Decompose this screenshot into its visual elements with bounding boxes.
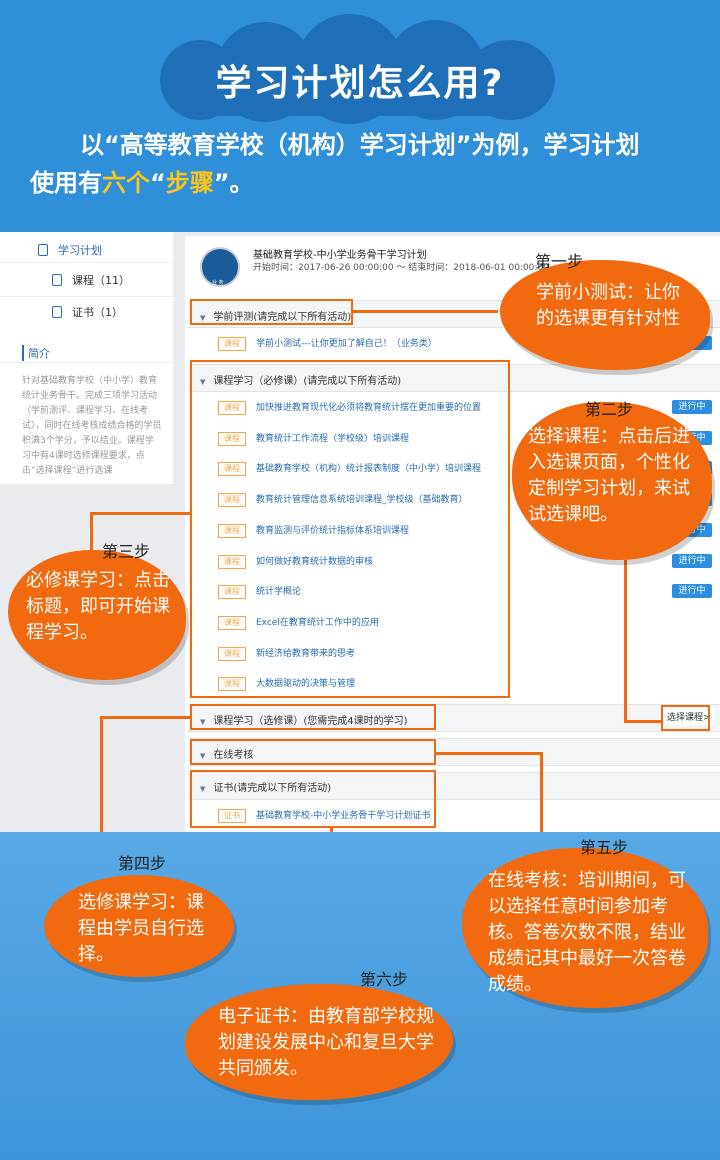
course-title: 基础教育学校-中小学业务骨干学习计划 bbox=[253, 250, 427, 261]
document-icon bbox=[38, 244, 48, 256]
course-logo: 业 务 bbox=[200, 247, 240, 287]
step3-label: 第三步 bbox=[102, 542, 151, 561]
step2-label: 第二步 bbox=[585, 400, 634, 419]
sidebar-item-courses[interactable]: 课程（11） bbox=[52, 272, 130, 288]
table-row[interactable]: 课程 统计学概论 bbox=[218, 584, 301, 600]
highlight-select bbox=[661, 705, 710, 731]
course-date: 开始时间：2017-06-26 00:00:00 ～ 结束时间：2018-06-… bbox=[253, 263, 549, 273]
table-row[interactable]: 课程 新经济给教育带来的思考 bbox=[218, 646, 355, 661]
status-badge: 进行中 bbox=[672, 584, 712, 599]
step3-text: 必修课学习：点击标题，即可开始课程学习。 bbox=[26, 570, 170, 643]
sidebar-item-certs[interactable]: 证书（1） bbox=[52, 304, 123, 320]
step6-label: 第六步 bbox=[360, 970, 409, 989]
table-row[interactable]: 课程 加快推进教育现代化必须将教育统计摆在更加重要的位置 bbox=[218, 400, 481, 415]
table-row[interactable]: 课程 教育监测与评价统计指标体系培训课程 bbox=[218, 523, 409, 538]
step4-text: 选修课学习：课程由学员自行选择。 bbox=[78, 892, 204, 965]
highlight-cert bbox=[190, 770, 436, 828]
page-title: 学习计划怎么用? bbox=[215, 63, 505, 104]
plan-description: 针对基础教育学校（中小学）教育统计业务骨干。完成三项学习活动（学前测评、课程学习… bbox=[22, 376, 162, 476]
table-row[interactable]: 课程 基础教育学校（机构）统计报表制度（中小学）培训课程 bbox=[218, 461, 481, 477]
step5-label: 第五步 bbox=[580, 838, 629, 857]
intro-label: 简介 bbox=[22, 345, 50, 361]
step1-text: 学前小测试：让你的选课更有针对性 bbox=[536, 282, 680, 329]
certificate-icon bbox=[52, 306, 62, 318]
table-row[interactable]: 课程 如何做好教育统计数据的审核 bbox=[218, 554, 373, 569]
infographic: 学习计划怎么用? 以“高等教育学校（机构）学习计划”为例，学习计划 使用有六个“… bbox=[0, 0, 720, 1160]
status-badge: 进行中 bbox=[672, 553, 712, 568]
table-row[interactable]: 课程 Excel在教育统计工作中的应用 bbox=[218, 615, 379, 630]
step6-text: 电子证书：由教育部学校规划建设发展中心和复旦大学共同颁发。 bbox=[218, 1006, 434, 1079]
status-badge: 进行中 bbox=[672, 400, 712, 414]
header-banner: 学习计划怎么用? 以“高等教育学校（机构）学习计划”为例，学习计划 使用有六个“… bbox=[0, 0, 720, 232]
table-row[interactable]: 课程 大数据驱动的决策与管理 bbox=[218, 676, 355, 692]
highlight-pretest bbox=[190, 299, 353, 325]
highlight-elective bbox=[190, 704, 436, 730]
step4-label: 第四步 bbox=[118, 854, 167, 873]
intro-text: 以“高等教育学校（机构）学习计划”为例，学习计划 使用有六个“步骤”。 bbox=[30, 131, 640, 197]
table-row[interactable]: 课程 教育统计工作流程（学校级）培训课程 bbox=[218, 431, 409, 446]
table-row[interactable]: 课程 教育统计管理信息系统培训课程_学校级（基础教育） bbox=[218, 492, 468, 508]
pretest-item[interactable]: 课程 学前小测试---让你更加了解自己！（业务类） bbox=[218, 336, 437, 351]
highlight-exam bbox=[190, 739, 436, 765]
step2-text: 选择课程：点击后进入选课页面，个性化定制学习计划，来试试选课吧。 bbox=[528, 426, 690, 525]
step5-text: 在线考核：培训期间，可以选择任意时间参加考核。答卷次数不限，结业成绩记其中最好一… bbox=[488, 870, 686, 995]
step1-label: 第一步 bbox=[535, 252, 584, 271]
sidebar-item-plan[interactable]: 学习计划 bbox=[38, 242, 102, 258]
course-icon bbox=[52, 274, 62, 286]
